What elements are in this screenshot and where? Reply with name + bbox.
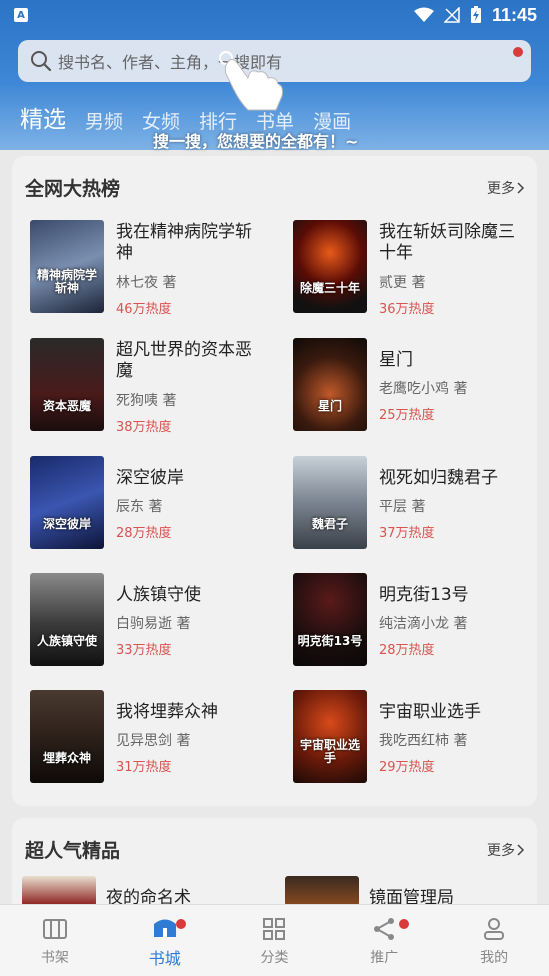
popular-more-link[interactable]: 更多 — [487, 840, 525, 860]
book-author: 平层 著 — [379, 499, 426, 515]
notification-dot — [175, 919, 186, 929]
book-cover — [285, 876, 359, 906]
book-title: 明克街13号 — [379, 585, 469, 605]
book-item[interactable]: 埋葬众神 我将埋葬众神 见异思剑 著 31万热度 — [30, 690, 270, 786]
book-item[interactable]: 镜面管理局 — [277, 876, 527, 906]
nav-bookshelf[interactable]: 书架 — [0, 905, 110, 976]
hot-list-card: 全网大热榜 更多 精神病院学斩神 我在精神病院学斩神 林七夜 著 46万热度 除… — [12, 156, 537, 806]
book-title: 镜面管理局 — [369, 888, 454, 906]
nav-label: 书架 — [40, 949, 69, 966]
book-cover: 资本恶魔 — [30, 338, 104, 431]
book-author: 纯洁滴小龙 著 — [379, 616, 468, 632]
book-title: 人族镇守使 — [116, 585, 201, 605]
chevron-right-icon — [517, 843, 525, 856]
book-title: 我在精神病院学斩神 — [116, 222, 252, 263]
bottom-nav: 书架 书城 分类 推广 我的 — [0, 904, 549, 976]
book-heat: 37万热度 — [379, 526, 435, 541]
nav-promote[interactable]: 推广 — [329, 905, 439, 976]
tab-male[interactable]: 男频 — [85, 107, 123, 134]
user-icon — [484, 917, 505, 940]
battery-charging-icon — [470, 6, 481, 23]
book-heat: 29万热度 — [379, 760, 435, 775]
book-heat: 28万热度 — [379, 643, 435, 658]
popular-title: 超人气精品 — [25, 840, 121, 862]
home-icon — [153, 919, 176, 937]
book-author: 死狗咦 著 — [116, 393, 177, 409]
book-item[interactable]: 星门 星门 老鹰吃小鸡 著 25万热度 — [293, 338, 533, 434]
bookshelf-icon — [42, 918, 67, 939]
book-item[interactable]: 资本恶魔 超凡世界的资本恶魔 死狗咦 著 38万热度 — [30, 338, 270, 435]
book-item[interactable]: 明克街13号 明克街13号 纯洁滴小龙 著 28万热度 — [293, 573, 533, 669]
book-heat: 25万热度 — [379, 408, 435, 423]
book-author: 见异思剑 著 — [116, 733, 191, 749]
book-heat: 36万热度 — [379, 302, 435, 317]
hot-list-more-link[interactable]: 更多 — [487, 178, 525, 198]
book-heat: 46万热度 — [116, 302, 172, 317]
book-item[interactable]: 除魔三十年 我在斩妖司除魔三十年 贰更 著 36万热度 — [293, 220, 533, 317]
book-heat: 33万热度 — [116, 643, 172, 658]
wifi-icon — [413, 7, 434, 22]
book-cover: 埋葬众神 — [30, 690, 104, 783]
book-title: 深空彼岸 — [116, 468, 184, 488]
book-title: 夜的命名术 — [106, 888, 191, 906]
status-time: 11:45 — [491, 4, 537, 25]
book-item[interactable]: 人族镇守使 人族镇守使 白驹易逝 著 33万热度 — [30, 573, 270, 669]
book-author: 我吃西红柿 著 — [379, 733, 468, 749]
book-cover: 宇宙职业选手 — [293, 690, 367, 783]
book-cover: 明克街13号 — [293, 573, 367, 666]
nav-profile[interactable]: 我的 — [439, 905, 549, 976]
notification-dot — [399, 919, 410, 929]
book-author: 林七夜 著 — [116, 275, 177, 291]
search-tooltip: 搜一搜，您想要的全都有！~ — [153, 132, 359, 151]
nav-label: 推广 — [370, 949, 399, 966]
book-heat: 31万热度 — [116, 760, 172, 775]
chevron-right-icon — [517, 181, 525, 194]
book-cover — [22, 876, 96, 906]
book-author: 白驹易逝 著 — [116, 616, 191, 632]
search-icon — [31, 51, 52, 72]
book-title: 我在斩妖司除魔三十年 — [379, 222, 515, 263]
book-cover: 除魔三十年 — [293, 220, 367, 313]
book-item[interactable]: 魏君子 视死如归魏君子 平层 著 37万热度 — [293, 456, 533, 552]
book-cover: 精神病院学斩神 — [30, 220, 104, 313]
book-title: 星门 — [379, 350, 413, 370]
grid-icon — [263, 917, 286, 940]
book-author: 贰更 著 — [379, 275, 426, 291]
book-heat: 28万热度 — [116, 526, 172, 541]
popular-card: 超人气精品 更多 夜的命名术 镜面管理局 — [12, 818, 537, 918]
nav-bookstore[interactable]: 书城 — [110, 905, 220, 976]
book-title: 视死如归魏君子 — [379, 468, 498, 488]
book-item[interactable]: 宇宙职业选手 宇宙职业选手 我吃西红柿 著 29万热度 — [293, 690, 533, 786]
book-heat: 38万热度 — [116, 420, 172, 435]
book-title: 宇宙职业选手 — [379, 702, 481, 722]
book-cover: 人族镇守使 — [30, 573, 104, 666]
book-item[interactable]: 精神病院学斩神 我在精神病院学斩神 林七夜 著 46万热度 — [30, 220, 270, 317]
more-label: 更多 — [487, 842, 515, 859]
book-cover: 深空彼岸 — [30, 456, 104, 549]
no-signal-icon — [443, 7, 460, 23]
book-item[interactable]: 深空彼岸 深空彼岸 辰东 著 28万热度 — [30, 456, 270, 552]
search-notification-dot — [513, 47, 523, 57]
tab-featured[interactable]: 精选 — [20, 100, 66, 134]
book-cover: 星门 — [293, 338, 367, 431]
nav-label: 分类 — [260, 949, 289, 966]
nav-label: 书城 — [148, 948, 181, 968]
nav-label: 我的 — [480, 949, 509, 966]
nav-category[interactable]: 分类 — [220, 905, 330, 976]
hot-list-title: 全网大热榜 — [25, 178, 121, 200]
book-author: 老鹰吃小鸡 著 — [379, 381, 468, 397]
status-bar: A 11:45 — [0, 0, 549, 30]
book-title: 我将埋葬众神 — [116, 702, 218, 722]
book-author: 辰东 著 — [116, 499, 163, 515]
book-item[interactable]: 夜的命名术 — [14, 876, 264, 906]
app-notification-icon: A — [14, 8, 28, 22]
book-title: 超凡世界的资本恶魔 — [116, 340, 252, 381]
book-cover: 魏君子 — [293, 456, 367, 549]
more-label: 更多 — [487, 180, 515, 197]
share-icon — [374, 917, 395, 940]
